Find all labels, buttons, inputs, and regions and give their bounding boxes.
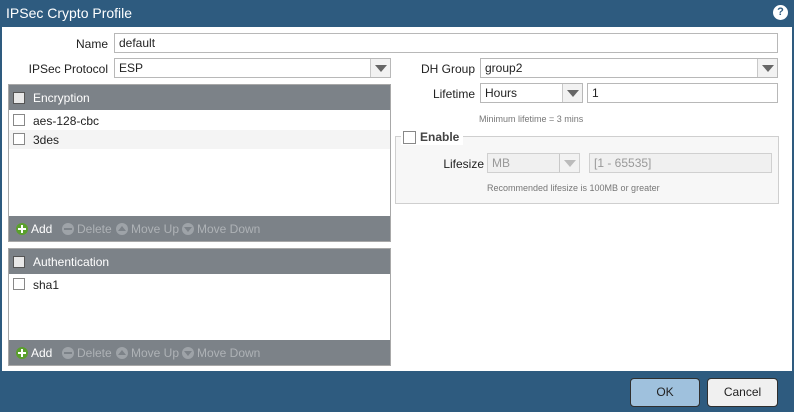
row-checkbox[interactable] — [13, 133, 25, 145]
ok-button[interactable]: OK — [630, 378, 700, 407]
lifesize-fieldset: Lifesize MB [1 - 65535] Recommended life… — [395, 136, 779, 204]
select-all-checkbox[interactable] — [13, 92, 25, 104]
add-icon — [16, 347, 28, 359]
move-up-label: Move Up — [131, 346, 180, 360]
delete-label: Delete — [77, 346, 112, 360]
add-label: Add — [31, 346, 53, 360]
select-all-checkbox[interactable] — [13, 256, 25, 268]
dialog-title: IPSec Crypto Profile — [6, 5, 133, 21]
chevron-down-icon[interactable] — [370, 59, 390, 77]
encryption-toolbar: Add Delete Move Up Move Down — [9, 216, 390, 241]
authentication-value: sha1 — [33, 278, 60, 292]
lifesize-note: Recommended lifesize is 100MB or greater — [487, 183, 660, 193]
lifesize-unit-value: MB — [492, 156, 510, 170]
encryption-grid: Encryption aes-128-cbc 3des Add Delete M… — [8, 84, 391, 242]
dialog-titlebar: IPSec Crypto Profile ? — [0, 0, 794, 27]
chevron-down-icon[interactable] — [559, 154, 579, 172]
lifetime-note: Minimum lifetime = 3 mins — [479, 114, 584, 124]
dialog-body: Name default IPSec Protocol ESP DH Group… — [2, 27, 792, 371]
dialog-footer: OK Cancel — [0, 371, 794, 412]
ipsec-protocol-value: ESP — [119, 61, 144, 75]
lifesize-input[interactable]: [1 - 65535] — [589, 153, 772, 173]
delete-icon — [62, 347, 74, 359]
lifetime-label: Lifetime — [432, 87, 475, 101]
authentication-header-label[interactable]: Authentication — [33, 255, 109, 269]
lifetime-unit-value: Hours — [485, 86, 518, 100]
encryption-header-label[interactable]: Encryption — [33, 91, 90, 105]
name-label: Name — [75, 37, 108, 51]
authentication-grid-header: Authentication — [9, 249, 390, 274]
chevron-down-icon[interactable] — [562, 84, 582, 102]
lifesize-unit-select[interactable]: MB — [487, 153, 580, 173]
help-icon[interactable]: ? — [773, 5, 788, 20]
lifesize-label: Lifesize — [443, 157, 484, 171]
delete-label: Delete — [77, 222, 112, 236]
enable-label: Enable — [420, 130, 460, 144]
enable-checkbox[interactable] — [403, 131, 416, 144]
move-up-icon — [116, 223, 128, 235]
authentication-toolbar: Add Delete Move Up Move Down — [9, 340, 390, 365]
cancel-button[interactable]: Cancel — [707, 378, 778, 407]
encryption-grid-header: Encryption — [9, 85, 390, 110]
table-row[interactable]: sha1 — [9, 275, 390, 294]
row-checkbox[interactable] — [13, 278, 25, 290]
chevron-down-icon[interactable] — [757, 59, 777, 77]
dh-group-label: DH Group — [420, 62, 475, 76]
encryption-value: 3des — [33, 133, 60, 147]
move-down-icon — [182, 347, 194, 359]
move-down-label: Move Down — [197, 346, 261, 360]
move-down-label: Move Down — [197, 222, 261, 236]
name-input[interactable]: default — [114, 33, 778, 53]
add-label: Add — [31, 222, 53, 236]
move-down-icon — [182, 223, 194, 235]
delete-icon — [62, 223, 74, 235]
dh-group-value: group2 — [485, 61, 523, 75]
row-checkbox[interactable] — [13, 114, 25, 126]
ipsec-protocol-select[interactable]: ESP — [114, 58, 391, 78]
move-up-label: Move Up — [131, 222, 180, 236]
table-row[interactable]: aes-128-cbc — [9, 111, 390, 130]
add-icon — [16, 223, 28, 235]
encryption-value: aes-128-cbc — [33, 114, 100, 128]
dh-group-select[interactable]: group2 — [480, 58, 778, 78]
move-up-icon — [116, 347, 128, 359]
table-row[interactable]: 3des — [9, 130, 390, 149]
enable-toggle[interactable]: Enable — [401, 129, 463, 145]
ipsec-protocol-label: IPSec Protocol — [28, 62, 108, 76]
lifetime-unit-select[interactable]: Hours — [480, 83, 583, 103]
lifetime-input[interactable]: 1 — [587, 83, 778, 103]
authentication-grid: Authentication sha1 Add Delete Move Up M… — [8, 248, 391, 366]
